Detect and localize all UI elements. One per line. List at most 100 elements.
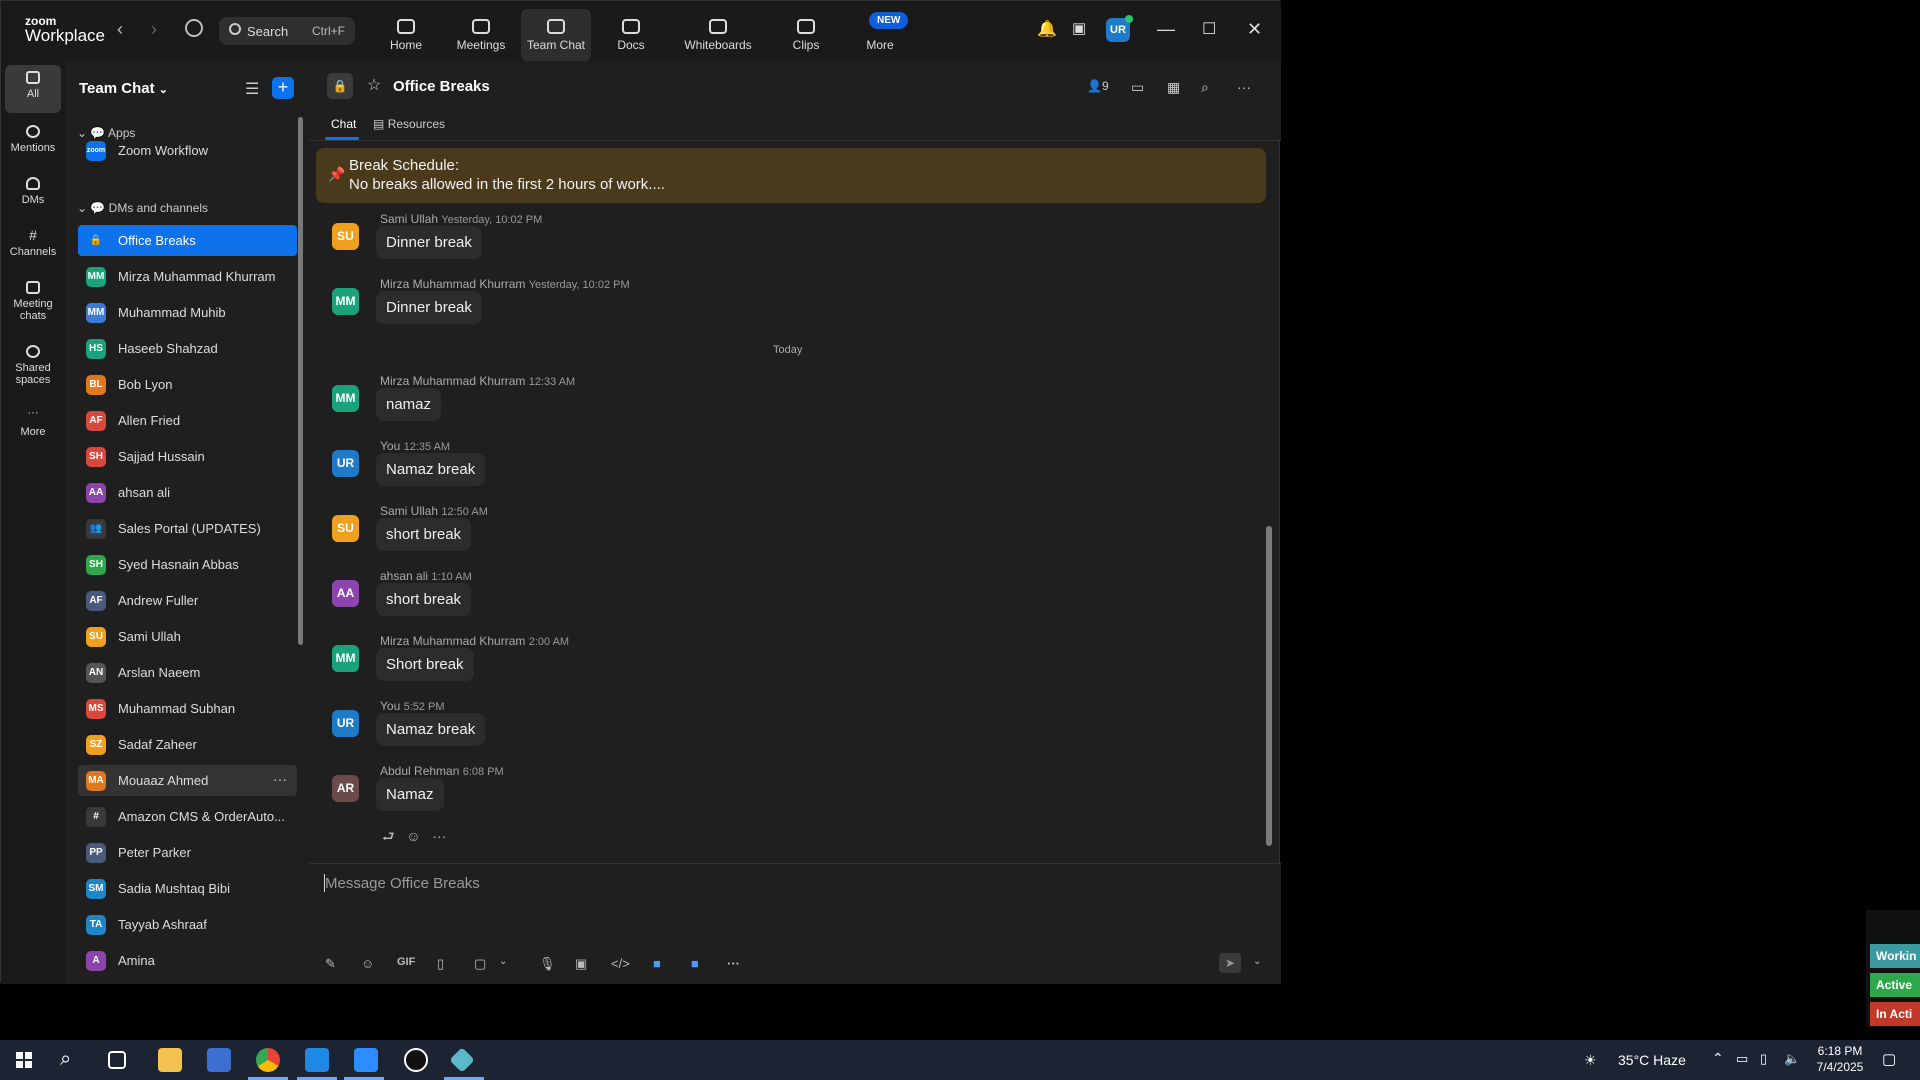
emoji-icon[interactable]: ☺ xyxy=(361,956,374,971)
nav-meetings[interactable]: Meetings xyxy=(446,9,516,61)
tab-chat[interactable]: Chat xyxy=(331,117,356,131)
nav-whiteboards[interactable]: Whiteboards xyxy=(683,9,753,61)
sidebar-item[interactable]: PP Peter Parker xyxy=(78,837,297,868)
avatar[interactable]: MM xyxy=(332,288,359,315)
app-icon[interactable]: ■ xyxy=(653,956,661,971)
rail-mentions[interactable]: Mentions xyxy=(5,119,61,167)
sender-name[interactable]: ahsan ali xyxy=(380,569,428,583)
avatar[interactable]: MM xyxy=(332,385,359,412)
sender-name[interactable]: Mirza Muhammad Khurram xyxy=(380,634,525,648)
more-icon[interactable]: ··· xyxy=(727,956,740,971)
sidebar-item[interactable]: 🔒 Office Breaks xyxy=(78,225,297,256)
avatar[interactable]: AA xyxy=(332,580,359,607)
chevron-down-icon[interactable]: ⌄ xyxy=(499,956,507,967)
sender-name[interactable]: Mirza Muhammad Khurram xyxy=(380,374,525,388)
channel-title[interactable]: Office Breaks xyxy=(393,78,490,95)
message-bubble[interactable]: Namaz break xyxy=(376,713,486,746)
nav-team-chat[interactable]: Team Chat xyxy=(521,9,591,61)
sidebar-item[interactable]: A Amina xyxy=(78,945,297,976)
add-reaction-icon[interactable]: ☺ xyxy=(406,828,420,844)
filter-icon[interactable]: ☰ xyxy=(245,79,259,99)
maximize-button[interactable]: ☐ xyxy=(1202,19,1216,39)
sidebar-scrollbar[interactable] xyxy=(298,117,303,645)
avatar[interactable]: UR xyxy=(332,450,359,477)
task-view-icon[interactable] xyxy=(108,1051,126,1069)
calendar-icon[interactable]: ▦ xyxy=(1167,79,1180,96)
rail-more[interactable]: ··· More xyxy=(5,403,61,451)
section-dms-channels[interactable]: ⌄ 💬 DMs and channels xyxy=(77,201,208,215)
sidebar-item[interactable]: AF Allen Fried xyxy=(78,405,297,436)
sidebar-item[interactable]: MS Muhammad Subhan xyxy=(78,693,297,724)
sidebar-item[interactable]: TA Tayyab Ashraaf xyxy=(78,909,297,940)
store-icon[interactable] xyxy=(207,1048,231,1072)
sidebar-title[interactable]: Team Chat ⌄ xyxy=(79,80,168,97)
sender-name[interactable]: Abdul Rehman xyxy=(380,764,459,778)
app-icon[interactable] xyxy=(449,1047,475,1073)
calendar-view-icon[interactable]: ▣ xyxy=(1072,19,1086,37)
search-icon[interactable]: ⌕ xyxy=(1201,79,1209,96)
sidebar-item[interactable]: HS Haseeb Shahzad xyxy=(78,333,297,364)
message-composer[interactable]: Message Office Breaks ✎ ☺ GIF ▯ ▢ ⌄ 🎙 ▣ … xyxy=(309,863,1281,984)
message-bubble[interactable]: Dinner break xyxy=(376,291,482,324)
new-chat-button[interactable]: + xyxy=(272,77,294,99)
bell-icon[interactable]: 🔔 xyxy=(1037,19,1057,39)
more-options-icon[interactable]: ··· xyxy=(273,771,287,787)
rail-shared-spaces[interactable]: Shared spaces xyxy=(5,339,61,395)
status-tag-active[interactable]: Active xyxy=(1870,973,1920,997)
search-icon[interactable]: ⌕ xyxy=(60,1048,84,1072)
chrome-icon[interactable] xyxy=(256,1048,280,1072)
sender-name[interactable]: Sami Ullah xyxy=(380,212,438,226)
search-box[interactable]: Search Ctrl+F xyxy=(219,17,355,45)
windows-start-icon[interactable] xyxy=(16,1052,32,1068)
sidebar-item[interactable]: SH Syed Hasnain Abbas xyxy=(78,549,297,580)
message-bubble[interactable]: Namaz xyxy=(376,778,444,811)
notification-icon[interactable]: ▢ xyxy=(1882,1050,1896,1068)
sidebar-item[interactable]: AN Arslan Naeem xyxy=(78,657,297,688)
zoom-icon[interactable] xyxy=(354,1048,378,1072)
video-message-icon[interactable]: ▣ xyxy=(575,956,587,972)
status-tag-working[interactable]: Workin xyxy=(1870,944,1920,968)
chevron-up-icon[interactable]: ⌃ xyxy=(1712,1050,1724,1067)
video-call-icon[interactable]: ▭ xyxy=(1131,79,1144,96)
sidebar-item[interactable]: SH Sajjad Hussain xyxy=(78,441,297,472)
avatar[interactable]: AR xyxy=(332,775,359,802)
screenshot-icon[interactable]: ▢ xyxy=(474,956,486,972)
app-icon[interactable]: ■ xyxy=(691,956,699,971)
chevron-down-icon[interactable]: ⌄ xyxy=(1253,956,1261,967)
rail-all[interactable]: All xyxy=(5,65,61,113)
history-icon[interactable] xyxy=(185,19,203,37)
battery-icon[interactable]: ▭ xyxy=(1736,1051,1748,1067)
send-button[interactable]: ➤ xyxy=(1219,953,1241,973)
sidebar-item[interactable]: AA ahsan ali xyxy=(78,477,297,508)
reply-icon[interactable]: ⮐ xyxy=(382,828,395,844)
avatar[interactable]: SU xyxy=(332,223,359,250)
sidebar-item[interactable]: BL Bob Lyon xyxy=(78,369,297,400)
file-explorer-icon[interactable] xyxy=(158,1048,182,1072)
speaker-icon[interactable]: 🔈 xyxy=(1784,1051,1800,1067)
message-bubble[interactable]: Short break xyxy=(376,648,474,681)
more-options-icon[interactable]: ··· xyxy=(1237,79,1251,95)
sidebar-item[interactable]: SU Sami Ullah xyxy=(78,621,297,652)
close-button[interactable]: ✕ xyxy=(1247,19,1262,40)
rail-dms[interactable]: DMs xyxy=(5,171,61,219)
code-icon[interactable]: </> xyxy=(611,956,630,971)
network-icon[interactable]: ▯ xyxy=(1760,1051,1767,1067)
more-icon[interactable]: ··· xyxy=(432,828,446,844)
members-button[interactable]: 👤9 xyxy=(1087,79,1109,93)
file-icon[interactable]: ▯ xyxy=(437,956,444,972)
format-icon[interactable]: ✎ xyxy=(325,956,336,972)
avatar[interactable]: UR xyxy=(332,710,359,737)
message-bubble[interactable]: short break xyxy=(376,583,472,616)
forward-arrow-icon[interactable]: › xyxy=(151,19,157,40)
weather-text[interactable]: 35°C Haze xyxy=(1618,1052,1686,1068)
message-bubble[interactable]: namaz xyxy=(376,388,442,421)
message-bubble[interactable]: Dinner break xyxy=(376,226,482,259)
avatar[interactable]: SU xyxy=(332,515,359,542)
message-bubble[interactable]: Namaz break xyxy=(376,453,486,486)
sidebar-item[interactable]: SZ Sadaf Zaheer xyxy=(78,729,297,760)
sidebar-item[interactable]: 👥 Sales Portal (UPDATES) xyxy=(78,513,297,544)
status-tag-inactive[interactable]: In Acti xyxy=(1870,1002,1920,1026)
minimize-button[interactable]: — xyxy=(1157,19,1175,40)
rail-meeting-chats[interactable]: Meeting chats xyxy=(5,275,61,331)
back-arrow-icon[interactable]: ‹ xyxy=(117,19,123,40)
